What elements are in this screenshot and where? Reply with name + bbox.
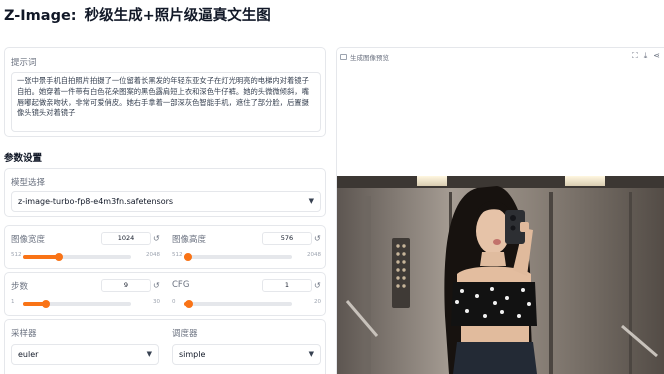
app-title-prefix: Z-Image:: [4, 8, 77, 24]
height-max: 2048: [307, 252, 321, 258]
prompt-label: 提示词: [11, 58, 37, 68]
model-select-value: z-image-turbo-fp8-e4m3fn.safetensors: [18, 197, 174, 206]
settings-heading: 参数设置: [4, 153, 43, 164]
cfg-slider-handle[interactable]: [185, 300, 194, 308]
cfg-max: 20: [314, 299, 321, 305]
width-slider-fill: [23, 255, 59, 259]
scheduler-select[interactable]: simple ▼: [172, 344, 321, 365]
sampler-panel: 采样器 euler ▼ 调度器 simple ▼: [4, 319, 326, 374]
model-select[interactable]: z-image-turbo-fp8-e4m3fn.safetensors ▼: [11, 191, 321, 212]
reset-icon[interactable]: ↺: [153, 232, 160, 245]
prompt-textarea[interactable]: 一张中景手机自拍照片拍摄了一位留着长黑发的年轻东亚女子在灯光明亮的电梯内对着镜子…: [11, 72, 321, 132]
height-slider-group: 图像高度 576 ↺ 512 2048: [166, 226, 327, 270]
chevron-down-icon: ▼: [146, 350, 152, 358]
output-panel: 生成图像预览 ⛶ ⤓ ⋖: [336, 47, 664, 374]
height-min: 512: [172, 252, 183, 258]
app-title-main: 秒级生成+照片级逼真文生图: [84, 8, 271, 24]
width-slider-handle[interactable]: [54, 253, 63, 261]
steps-panel: 步数 9 ↺ 1 30 CFG 1 ↺ 0 20: [4, 272, 326, 316]
cfg-slider-group: CFG 1 ↺ 0 20: [166, 273, 327, 317]
cfg-label: CFG: [172, 280, 190, 290]
size-panel: 图像宽度 1024 ↺ 512 2048 图像高度 576 ↺ 512 2048: [4, 225, 326, 269]
steps-slider-handle[interactable]: [41, 300, 50, 308]
cfg-input[interactable]: 1: [262, 279, 312, 292]
steps-input[interactable]: 9: [101, 279, 151, 292]
image-icon: [340, 54, 347, 60]
height-slider-handle[interactable]: [184, 253, 193, 261]
cfg-slider[interactable]: [184, 300, 292, 308]
height-slider[interactable]: [184, 253, 292, 261]
generated-image-svg: [337, 176, 664, 374]
steps-max: 30: [153, 299, 160, 305]
width-slider-group: 图像宽度 1024 ↺ 512 2048: [5, 226, 166, 270]
width-max: 2048: [146, 252, 160, 258]
prompt-panel: 提示词 一张中景手机自拍照片拍摄了一位留着长黑发的年轻东亚女子在灯光明亮的电梯内…: [4, 47, 326, 137]
sampler-select-value: euler: [18, 350, 39, 359]
sampler-select[interactable]: euler ▼: [11, 344, 159, 365]
scheduler-label: 调度器: [172, 329, 198, 339]
app-title: Z-Image: 秒级生成+照片级逼真文生图: [4, 4, 271, 25]
steps-slider[interactable]: [23, 300, 131, 308]
steps-label: 步数: [11, 282, 29, 292]
model-panel: 模型选择 z-image-turbo-fp8-e4m3fn.safetensor…: [4, 168, 326, 217]
width-min: 512: [11, 252, 22, 258]
chevron-down-icon: ▼: [308, 197, 314, 205]
reset-icon[interactable]: ↺: [153, 279, 160, 292]
sampler-label: 采样器: [11, 329, 37, 339]
output-label: 生成图像预览: [340, 52, 389, 62]
model-label: 模型选择: [11, 178, 46, 188]
fullscreen-icon[interactable]: ⛶: [632, 51, 638, 61]
height-label: 图像高度: [172, 235, 207, 245]
download-icon[interactable]: ⤓: [644, 51, 648, 61]
width-label: 图像宽度: [11, 235, 46, 245]
width-input[interactable]: 1024: [101, 232, 151, 245]
reset-icon[interactable]: ↺: [314, 232, 321, 245]
scheduler-select-value: simple: [179, 350, 206, 359]
output-toolbar: ⛶ ⤓ ⋖: [632, 51, 660, 61]
height-input[interactable]: 576: [262, 232, 312, 245]
steps-slider-group: 步数 9 ↺ 1 30: [5, 273, 166, 317]
output-label-text: 生成图像预览: [350, 54, 389, 62]
cfg-min: 0: [172, 299, 176, 305]
generated-image: [337, 176, 664, 374]
chevron-down-icon: ▼: [308, 350, 314, 358]
width-slider[interactable]: [23, 253, 131, 261]
reset-icon[interactable]: ↺: [314, 279, 321, 292]
steps-min: 1: [11, 299, 15, 305]
share-icon[interactable]: ⋖: [653, 51, 660, 61]
